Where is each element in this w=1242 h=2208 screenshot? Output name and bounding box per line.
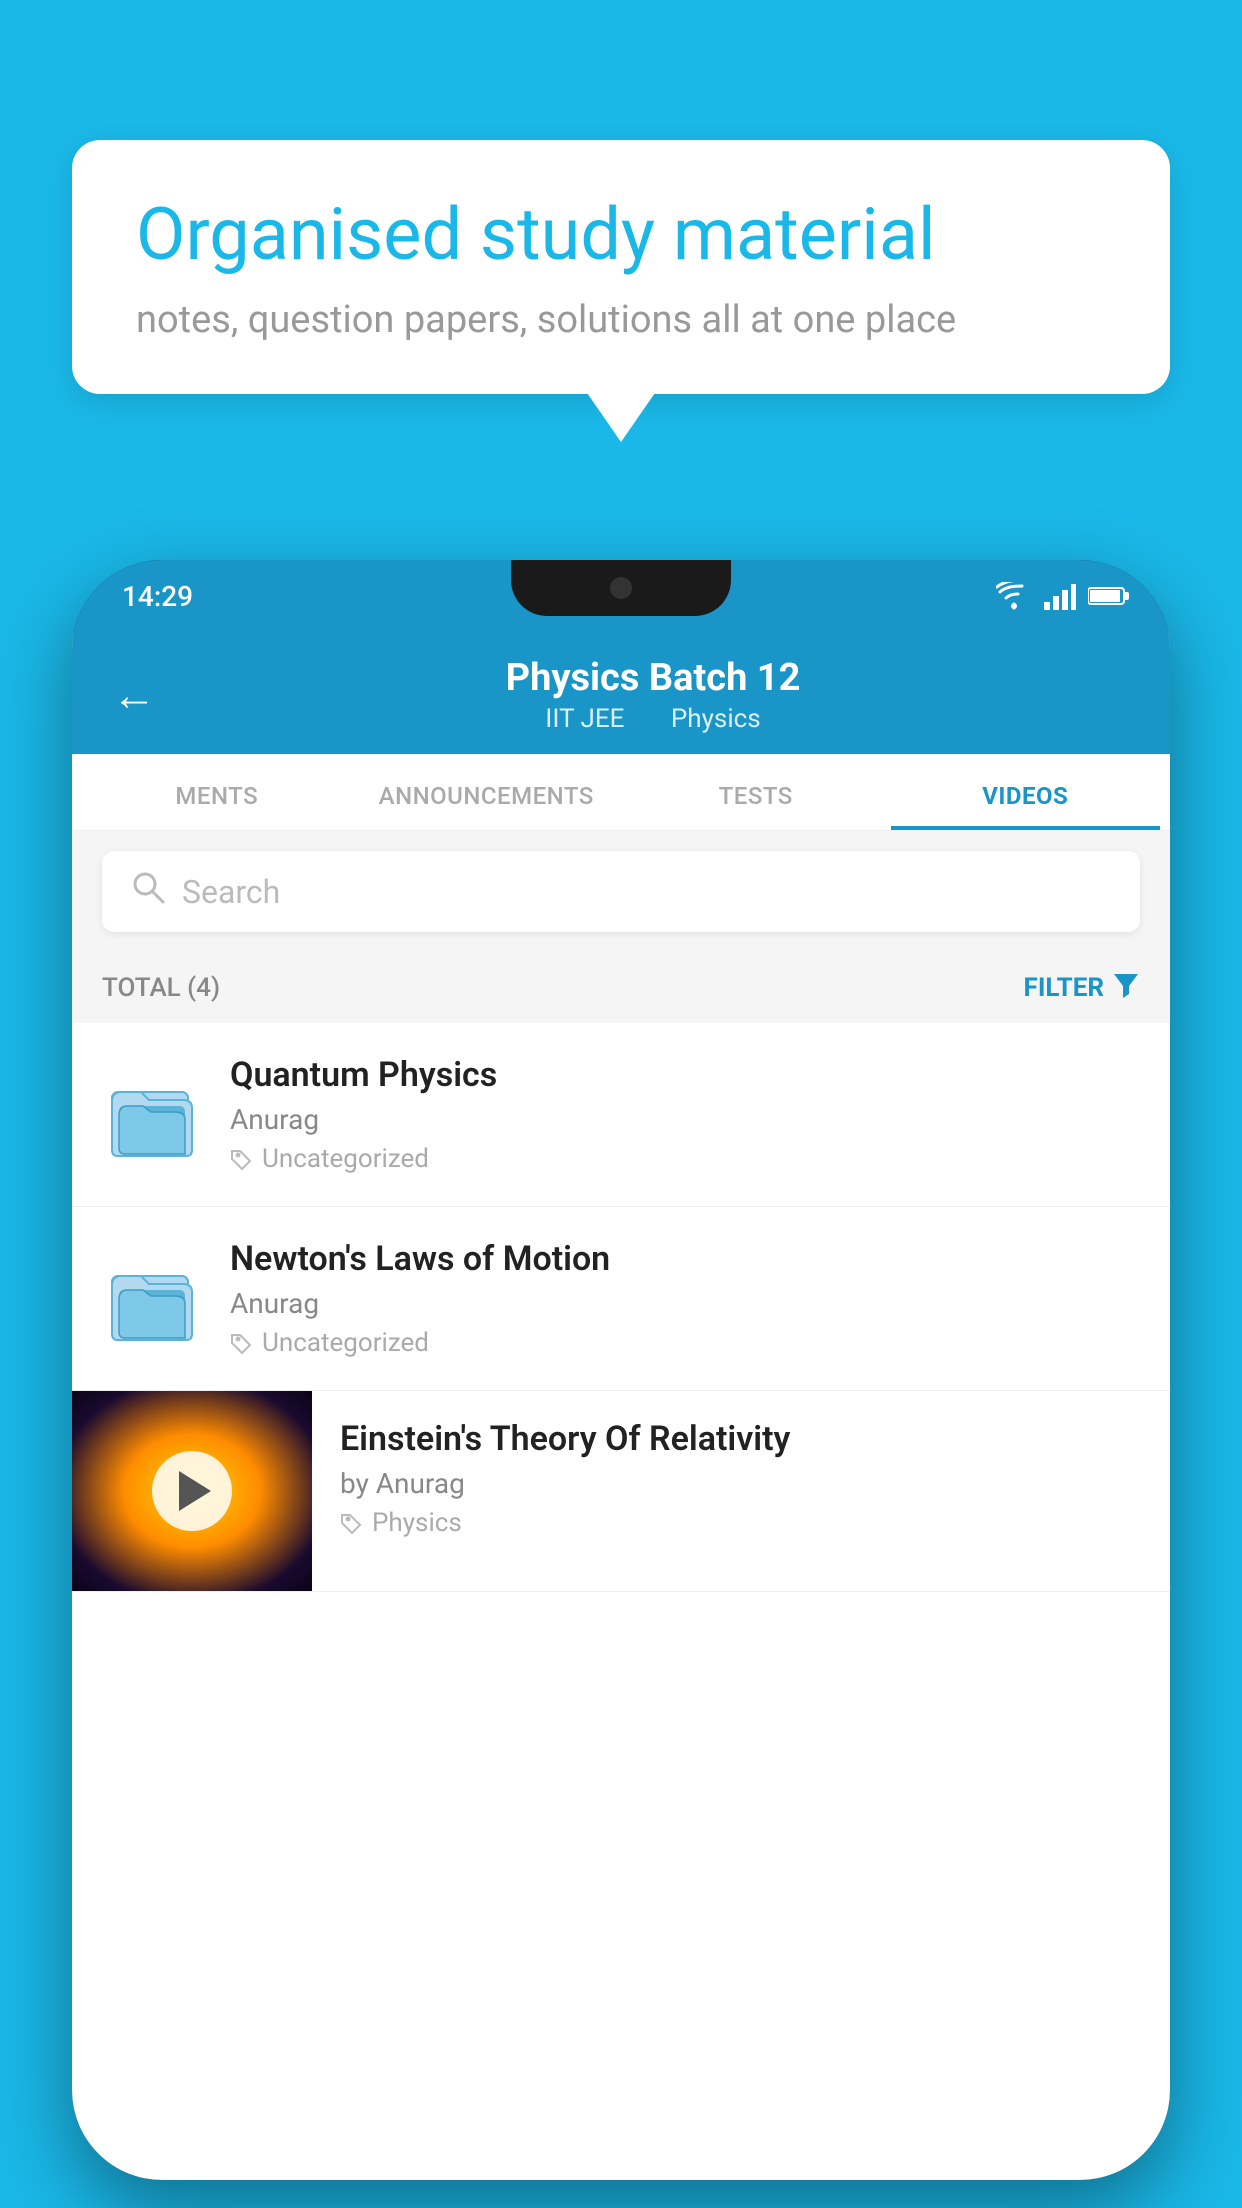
search-bar: Search bbox=[72, 831, 1170, 952]
wifi-icon bbox=[996, 582, 1032, 610]
app-header: ← Physics Batch 12 IIT JEE Physics bbox=[72, 632, 1170, 754]
phone-notch bbox=[511, 560, 731, 616]
tab-videos[interactable]: VIDEOS bbox=[891, 754, 1161, 830]
list-item[interactable]: Quantum Physics Anurag Uncategorized bbox=[72, 1023, 1170, 1207]
video-author-1: Anurag bbox=[230, 1103, 1140, 1136]
search-input-wrap[interactable]: Search bbox=[102, 851, 1140, 932]
folder-icon-1 bbox=[102, 1065, 202, 1165]
video-tag-3: Physics bbox=[340, 1508, 1142, 1538]
status-time: 14:29 bbox=[122, 580, 193, 613]
play-triangle-icon bbox=[179, 1471, 211, 1511]
video-author-3: by Anurag bbox=[340, 1467, 1142, 1500]
phone-frame: 14:29 ← bbox=[72, 560, 1170, 2180]
tag-icon-3 bbox=[340, 1511, 364, 1535]
video-info-1: Quantum Physics Anurag Uncategorized bbox=[230, 1055, 1140, 1174]
filter-button[interactable]: FILTER bbox=[1024, 970, 1140, 1005]
tag-icon-1 bbox=[230, 1147, 254, 1171]
tabs-bar: MENTS ANNOUNCEMENTS TESTS VIDEOS bbox=[72, 754, 1170, 831]
list-item[interactable]: Newton's Laws of Motion Anurag Uncategor… bbox=[72, 1207, 1170, 1391]
header-subtitle2: Physics bbox=[671, 704, 761, 734]
search-placeholder: Search bbox=[182, 873, 280, 911]
header-subtitle1: IIT JEE bbox=[545, 704, 624, 734]
search-icon bbox=[130, 869, 166, 914]
filter-label: FILTER bbox=[1024, 973, 1104, 1003]
filter-row: TOTAL (4) FILTER bbox=[72, 952, 1170, 1023]
filter-funnel-icon bbox=[1112, 970, 1140, 1005]
list-item[interactable]: Einstein's Theory Of Relativity by Anura… bbox=[72, 1391, 1170, 1592]
header-subtitle: IIT JEE Physics bbox=[176, 704, 1130, 734]
back-button[interactable]: ← bbox=[112, 669, 156, 721]
video-list: Quantum Physics Anurag Uncategorized bbox=[72, 1023, 1170, 1592]
app-content: ← Physics Batch 12 IIT JEE Physics MENTS… bbox=[72, 632, 1170, 2180]
tag-icon-2 bbox=[230, 1331, 254, 1355]
video-author-2: Anurag bbox=[230, 1287, 1140, 1320]
video-tag-1: Uncategorized bbox=[230, 1144, 1140, 1174]
video-thumbnail-3 bbox=[72, 1391, 312, 1591]
total-count: TOTAL (4) bbox=[102, 973, 220, 1003]
signal-icon bbox=[1044, 582, 1076, 610]
header-title-group: Physics Batch 12 IIT JEE Physics bbox=[176, 656, 1130, 734]
play-button[interactable] bbox=[152, 1451, 232, 1531]
video-tag-2: Uncategorized bbox=[230, 1328, 1140, 1358]
status-icons bbox=[996, 582, 1130, 610]
video-title-1: Quantum Physics bbox=[230, 1055, 1140, 1095]
video-title-2: Newton's Laws of Motion bbox=[230, 1239, 1140, 1279]
speech-bubble: Organised study material notes, question… bbox=[72, 140, 1170, 394]
video-title-3: Einstein's Theory Of Relativity bbox=[340, 1419, 1142, 1459]
video-info-2: Newton's Laws of Motion Anurag Uncategor… bbox=[230, 1239, 1140, 1358]
bubble-subtitle: notes, question papers, solutions all at… bbox=[136, 298, 1106, 342]
tab-tests[interactable]: TESTS bbox=[621, 754, 891, 830]
folder-icon-2 bbox=[102, 1249, 202, 1349]
video-info-3: Einstein's Theory Of Relativity by Anura… bbox=[312, 1391, 1170, 1558]
bubble-title: Organised study material bbox=[136, 192, 1106, 278]
battery-icon bbox=[1088, 585, 1130, 607]
header-title: Physics Batch 12 bbox=[176, 656, 1130, 700]
camera bbox=[610, 577, 632, 599]
tab-announcements[interactable]: ANNOUNCEMENTS bbox=[352, 754, 622, 830]
tab-ments[interactable]: MENTS bbox=[82, 754, 352, 830]
